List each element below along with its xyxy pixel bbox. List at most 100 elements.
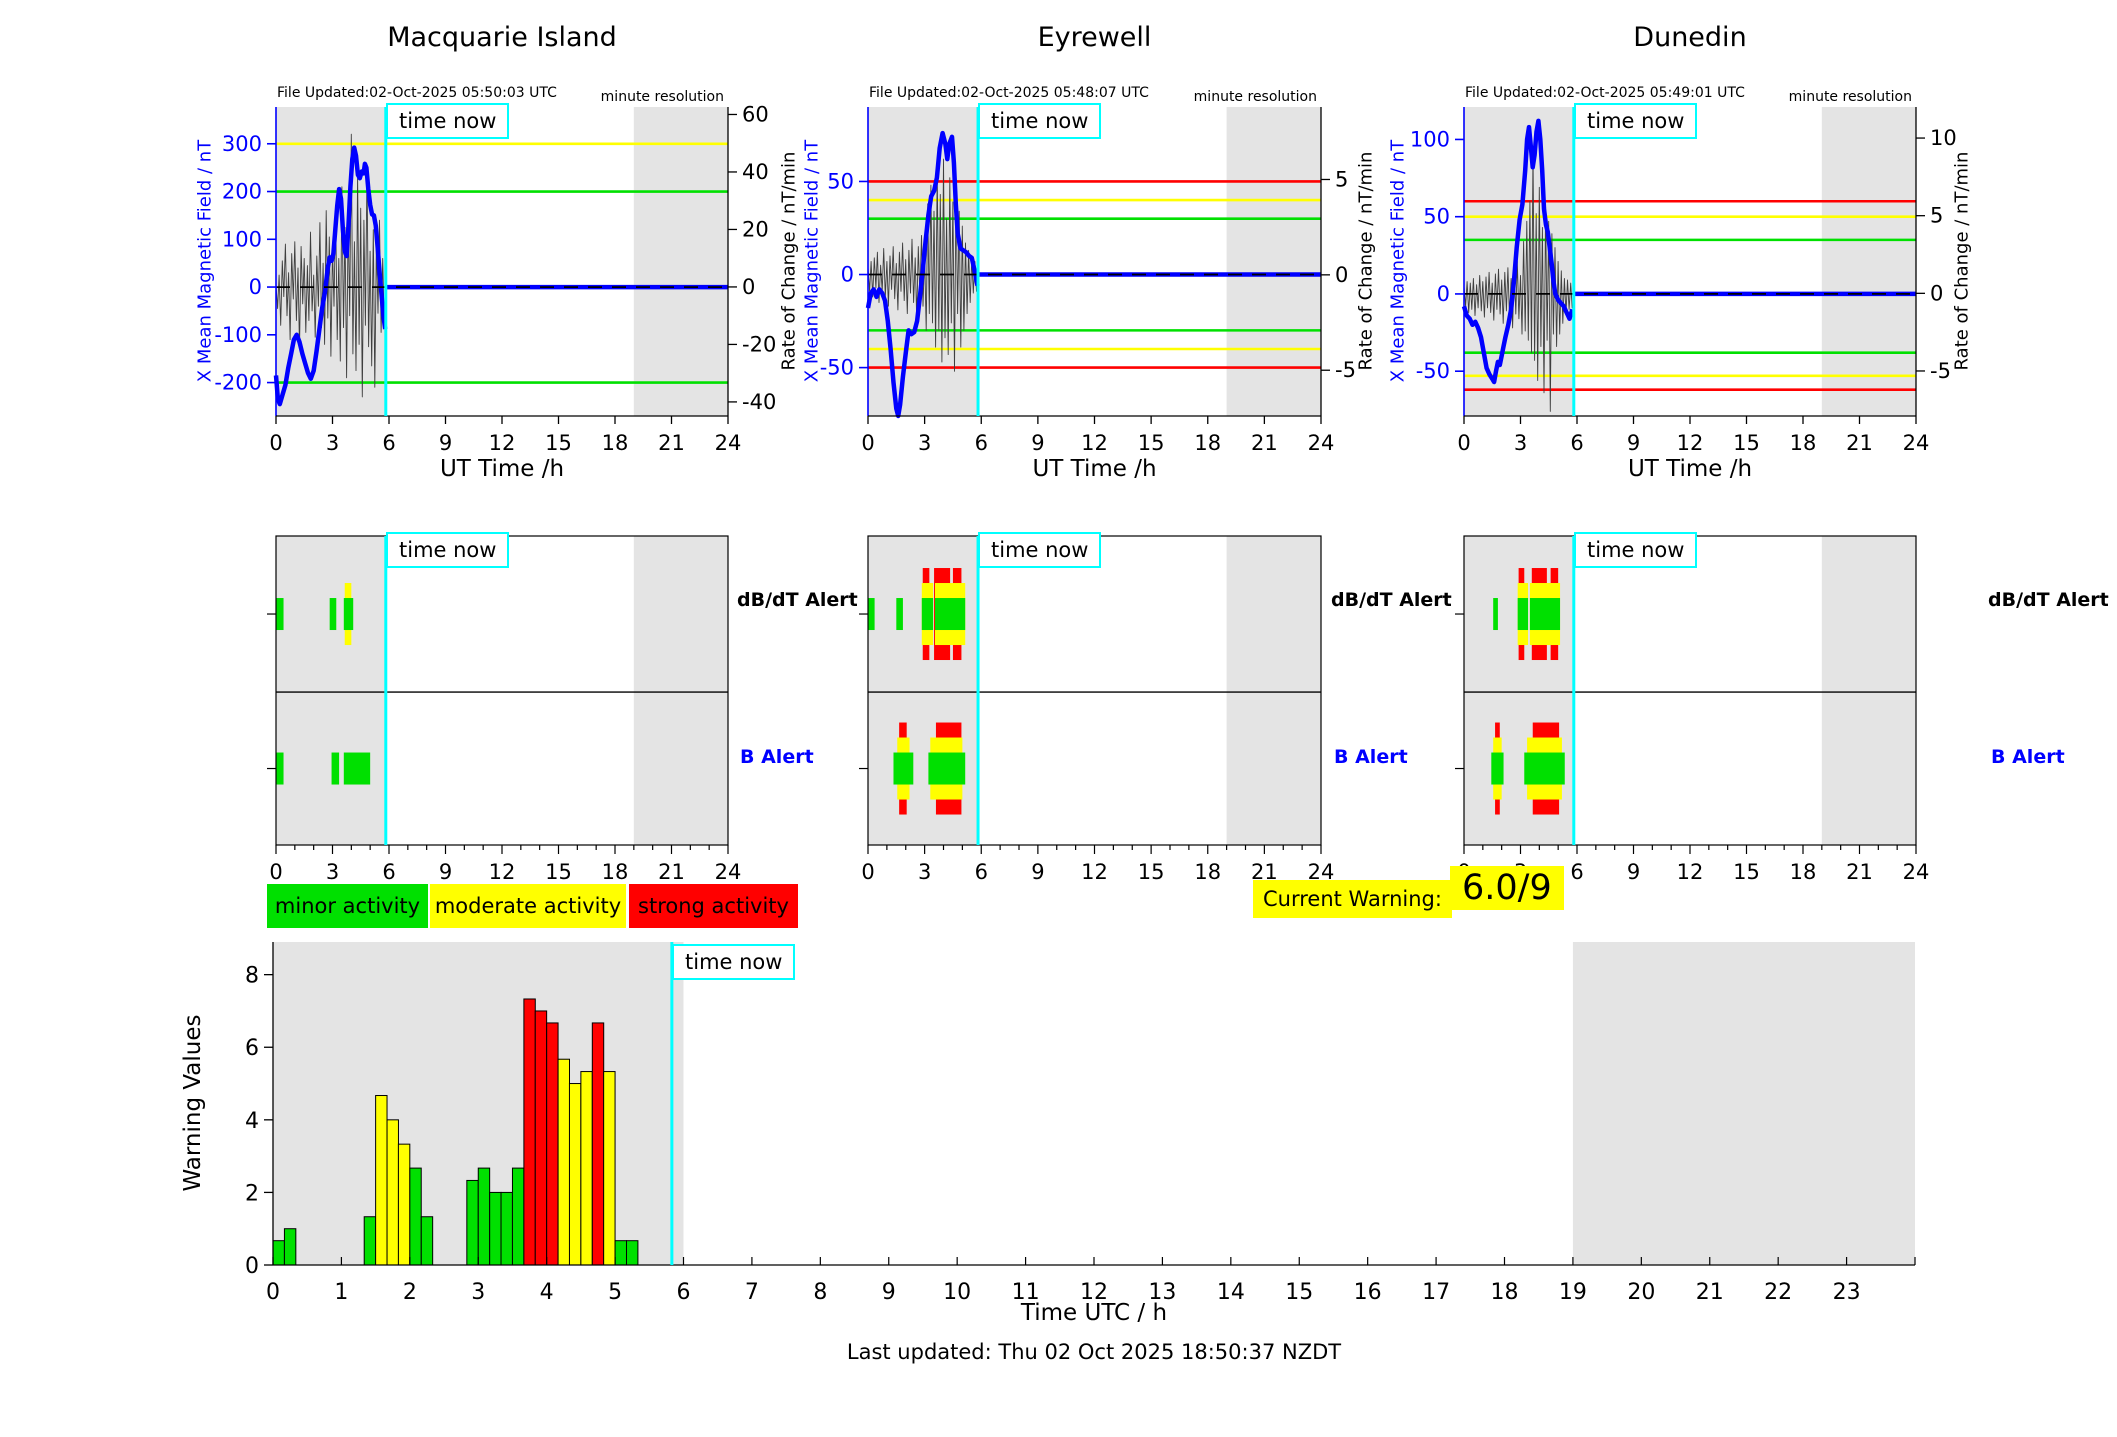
svg-text:-20: -20	[742, 332, 776, 356]
svg-text:-40: -40	[742, 390, 776, 414]
legend-moderate-activity: moderate activity	[430, 884, 626, 928]
svg-text:15: 15	[1733, 431, 1760, 455]
svg-text:18: 18	[602, 860, 629, 884]
svg-text:5: 5	[1335, 167, 1348, 191]
charts-canvas: 0 3 6 9 12 15 18 21 243002001000-100-2006040200-…	[214, 102, 1956, 1305]
dbdt-alert-label-macquarie: dB/dT Alert	[737, 589, 858, 611]
x-axis-label-macquarie: UT Time /h	[439, 456, 565, 482]
time-now-box-top-macquarie: time now	[386, 103, 510, 139]
svg-text:9: 9	[439, 431, 452, 455]
svg-text:0: 0	[861, 860, 874, 884]
station-title-macquarie-island: Macquarie Island	[387, 22, 617, 53]
svg-text:24: 24	[715, 431, 742, 455]
right-axis-label-dunedin: Rate of Change / nT/min	[1951, 151, 1973, 371]
right-axis-label-eyrewell: Rate of Change / nT/min	[1355, 151, 1377, 371]
svg-text:20: 20	[742, 217, 769, 241]
station-chart-macquarie-island: 0 3 6 9 12 15 18 21 243002001000-100-2006040200-…	[214, 102, 776, 455]
svg-text:24: 24	[715, 860, 742, 884]
svg-text:3: 3	[918, 860, 931, 884]
svg-text:100: 100	[1410, 127, 1450, 151]
svg-text:21: 21	[1846, 431, 1873, 455]
svg-text:0: 0	[861, 431, 874, 455]
svg-text:50: 50	[827, 169, 854, 193]
svg-text:15: 15	[1138, 431, 1165, 455]
svg-text:12: 12	[1677, 431, 1704, 455]
svg-text:18: 18	[602, 431, 629, 455]
current-warning-value: 6.0/9	[1450, 866, 1564, 910]
left-axis-label-dunedin: X Mean Magnetic Field / nT	[1387, 139, 1409, 383]
time-now-box-top-dunedin: time now	[1574, 103, 1698, 139]
svg-text:12: 12	[489, 860, 516, 884]
svg-text:12: 12	[1081, 860, 1108, 884]
time-utc-axis-label: Time UTC / h	[1020, 1300, 1168, 1326]
svg-text:9: 9	[439, 860, 452, 884]
station-title-eyrewell: Eyrewell	[1037, 22, 1152, 53]
svg-text:18: 18	[1194, 860, 1221, 884]
svg-text:3: 3	[1514, 431, 1527, 455]
svg-text:0: 0	[1335, 263, 1348, 287]
svg-text:3: 3	[918, 431, 931, 455]
svg-text:18: 18	[1790, 860, 1817, 884]
legend-minor-activity: minor activity	[267, 884, 428, 928]
svg-text:21: 21	[658, 431, 685, 455]
svg-text:24: 24	[1308, 431, 1335, 455]
x-axis-label-eyrewell: UT Time /h	[1032, 456, 1157, 482]
left-axis-label-macquarie: X Mean Magnetic Field / nT	[194, 139, 216, 383]
svg-text:9: 9	[1031, 431, 1044, 455]
svg-text:6: 6	[1570, 431, 1583, 455]
svg-text:0: 0	[841, 263, 854, 287]
warning-values-axis-label: Warning Values	[180, 1014, 206, 1192]
svg-text:0: 0	[1930, 281, 1943, 305]
time-now-box-top-eyrewell: time now	[978, 103, 1102, 139]
svg-text:0: 0	[269, 860, 282, 884]
svg-text:24: 24	[1903, 860, 1930, 884]
station-title-dunedin: Dunedin	[1633, 22, 1747, 53]
svg-text:-50: -50	[1416, 359, 1450, 383]
svg-text:0: 0	[245, 1254, 259, 1279]
svg-text:-5: -5	[1335, 358, 1356, 382]
svg-text:8: 8	[245, 964, 259, 989]
svg-text:-100: -100	[214, 323, 262, 347]
legend-strong-activity: strong activity	[629, 884, 798, 928]
x-axis-label-dunedin: UT Time /h	[1627, 456, 1753, 482]
svg-text:0: 0	[249, 275, 262, 299]
b-alert-label-eyrewell: B Alert	[1334, 746, 1408, 768]
svg-text:200: 200	[222, 180, 262, 204]
last-updated-text: Last updated: Thu 02 Oct 2025 18:50:37 N…	[846, 1340, 1342, 1364]
svg-text:50: 50	[1423, 205, 1450, 229]
station-chart-eyrewell: 0 3 6 9 12 15 18 21 24500-5050-5	[820, 107, 1356, 455]
svg-text:4: 4	[245, 1109, 259, 1134]
svg-text:9: 9	[1627, 860, 1640, 884]
b-alert-label-macquarie: B Alert	[740, 746, 814, 768]
time-now-box-alert-macquarie: time now	[386, 532, 510, 568]
svg-text:18: 18	[1790, 431, 1817, 455]
right-axis-label-macquarie: Rate of Change / nT/min	[778, 151, 800, 371]
svg-text:24: 24	[1903, 431, 1930, 455]
svg-text:3: 3	[326, 431, 339, 455]
svg-text:18: 18	[1194, 431, 1221, 455]
svg-text:6: 6	[975, 860, 988, 884]
svg-text:12: 12	[1081, 431, 1108, 455]
time-now-box-warning-chart: time now	[672, 944, 796, 980]
svg-text:15: 15	[545, 860, 572, 884]
svg-text:-5: -5	[1930, 359, 1951, 383]
svg-text:21: 21	[1846, 860, 1873, 884]
svg-text:0: 0	[269, 431, 282, 455]
svg-text:60: 60	[742, 102, 769, 126]
time-now-box-alert-eyrewell: time now	[978, 532, 1102, 568]
geomagnetic-dashboard: 0 3 6 9 12 15 18 21 24 300 200 100 0 -100 -200 60 40 20 0-…	[0, 0, 2117, 1437]
alert-chart-dunedin: 03691215182124	[1455, 535, 1930, 884]
svg-text:9: 9	[1031, 860, 1044, 884]
svg-text:9: 9	[1627, 431, 1640, 455]
svg-text:6: 6	[1570, 860, 1583, 884]
svg-text:0: 0	[742, 275, 755, 299]
left-axis-label-eyrewell: X Mean Magnetic Field / nT	[801, 139, 823, 383]
alert-chart-eyrewell: 0 3 6 9 12 15 18 21 24	[859, 535, 1334, 884]
svg-text:6: 6	[975, 431, 988, 455]
svg-text:15: 15	[1138, 860, 1165, 884]
dbdt-alert-label-dunedin: dB/dT Alert	[1988, 589, 2109, 611]
svg-text:21: 21	[658, 860, 685, 884]
svg-text:15: 15	[1733, 860, 1760, 884]
time-now-box-alert-dunedin: time now	[1574, 532, 1698, 568]
svg-text:6: 6	[245, 1036, 259, 1061]
